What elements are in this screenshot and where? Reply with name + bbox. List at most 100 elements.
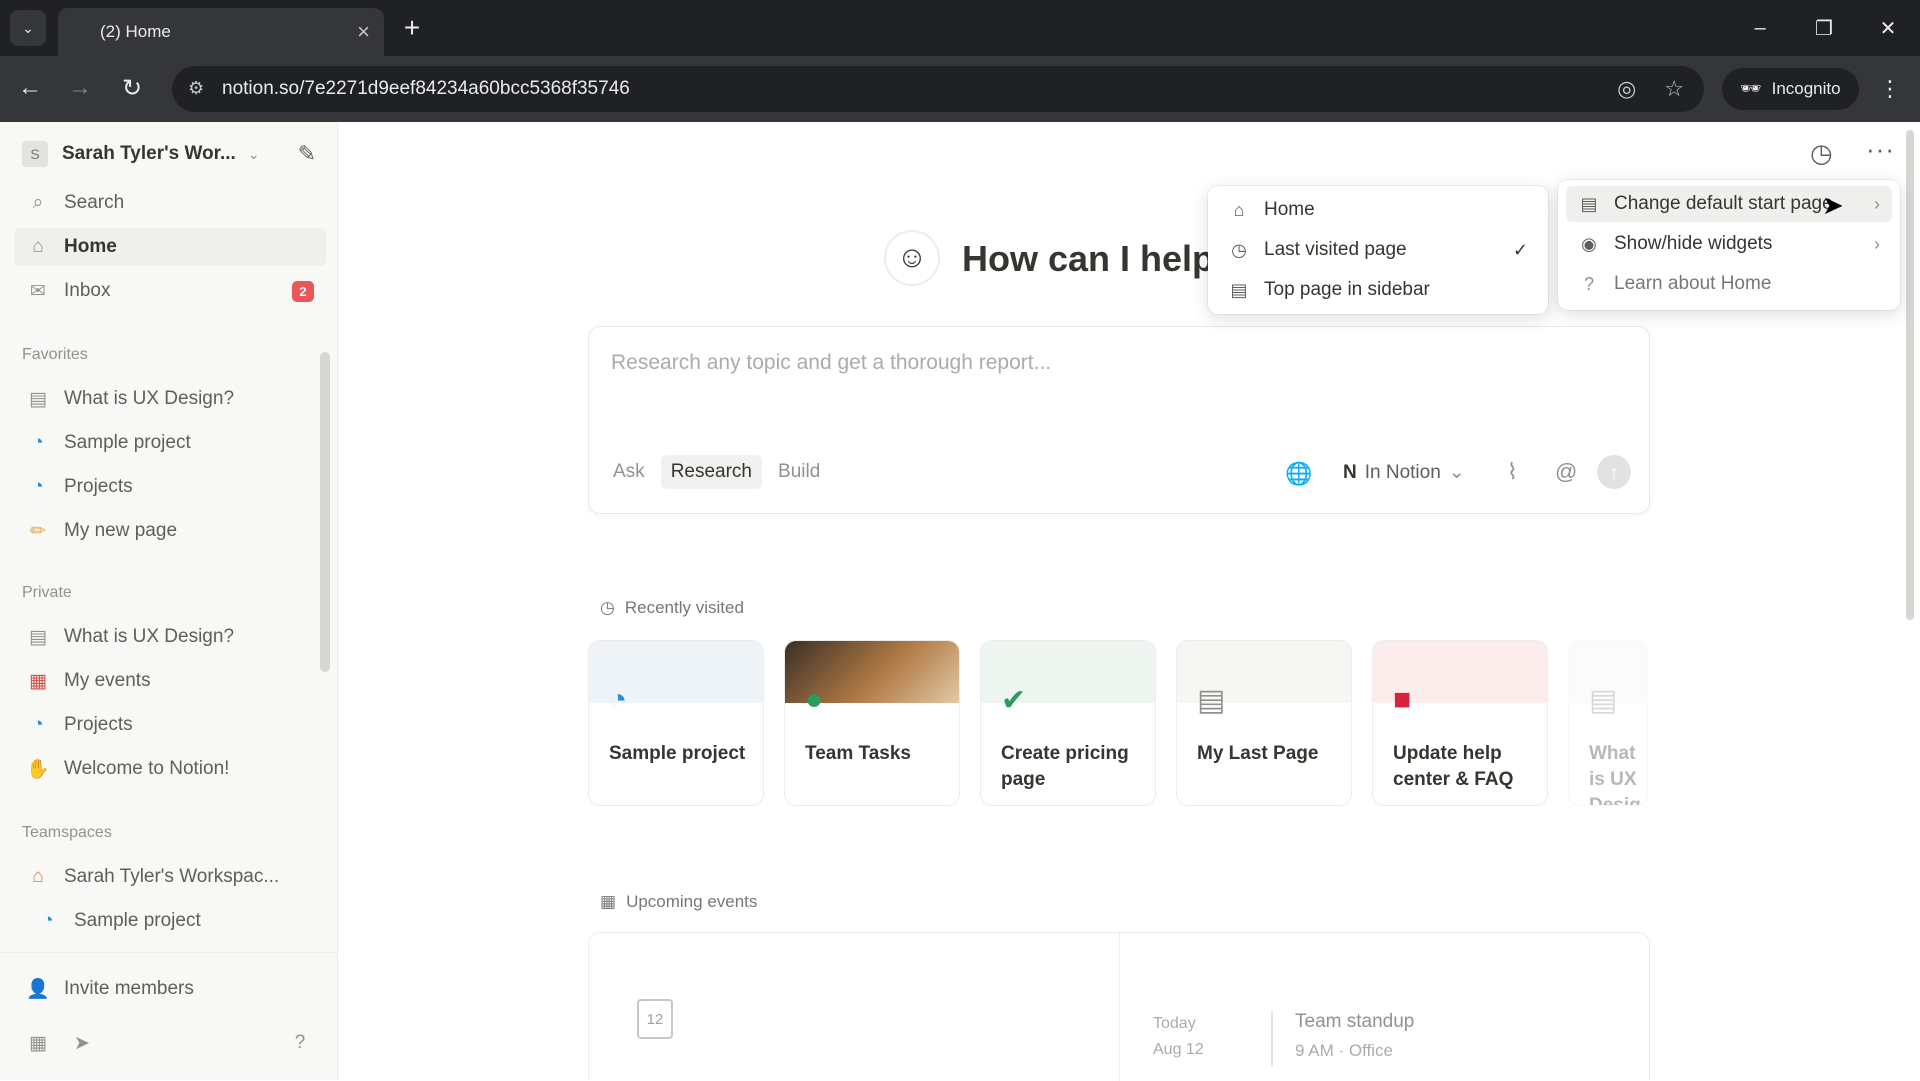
- incognito-badge[interactable]: 🕶 Incognito: [1722, 68, 1859, 110]
- attach-icon[interactable]: ⌇: [1507, 459, 1518, 485]
- menu-item-learn-home[interactable]: ? Learn about Home: [1566, 266, 1892, 302]
- sidebar-item-label: Welcome to Notion!: [64, 758, 230, 779]
- source-selector[interactable]: N In Notion ⌄: [1343, 461, 1465, 484]
- address-bar[interactable]: ⚙ notion.so/7e2271d9eef84234a60bcc5368f3…: [172, 66, 1704, 112]
- star-icon[interactable]: ☆: [1664, 76, 1684, 102]
- check-circle-icon: ✔: [1001, 684, 1027, 717]
- sidebar-item-fav-ux[interactable]: ▤ What is UX Design?: [14, 380, 326, 418]
- menu-item-label: Show/hide widgets: [1614, 233, 1773, 254]
- sidebar-item-private-welcome[interactable]: ✋ Welcome to Notion!: [14, 750, 326, 788]
- clock-icon: ◷: [600, 598, 615, 617]
- forward-icon[interactable]: →: [60, 68, 100, 108]
- sidebar-item-team-sample[interactable]: ◔ Sample project: [24, 902, 336, 940]
- recent-card[interactable]: ✔ Create pricing page: [980, 640, 1156, 806]
- main-scrollbar[interactable]: [1906, 130, 1914, 620]
- new-page-icon[interactable]: ✎: [298, 141, 316, 167]
- site-info-icon[interactable]: ⚙: [188, 78, 204, 99]
- globe-icon[interactable]: 🌐: [1285, 461, 1312, 487]
- project-icon: ◔: [42, 910, 54, 931]
- event-title[interactable]: Team standup: [1295, 1011, 1414, 1033]
- sidebar-item-private-ux[interactable]: ▤ What is UX Design?: [14, 618, 326, 656]
- sidebar-item-label: My events: [64, 670, 151, 691]
- project-icon: ◔: [609, 683, 628, 716]
- chevron-right-icon: ›: [1874, 193, 1880, 214]
- calendar-day: 12: [646, 1010, 664, 1028]
- event-meta: 9 AM · Office: [1295, 1041, 1393, 1060]
- start-page-submenu: ⌂ Home ◷ Last visited page ✓ ▤ Top page …: [1208, 186, 1548, 314]
- invite-members-button[interactable]: 👤 Invite members: [14, 970, 326, 1008]
- mention-icon[interactable]: @: [1555, 459, 1577, 485]
- sidebar-item-fav-newpage[interactable]: ✏ My new page: [14, 512, 326, 550]
- private-heading[interactable]: Private: [22, 584, 72, 602]
- sidebar-item-teamspace[interactable]: ⌂ Sarah Tyler's Workspac...: [14, 858, 326, 896]
- sidebar-item-fav-sample[interactable]: ◔ Sample project: [14, 424, 326, 462]
- favorites-heading[interactable]: Favorites: [22, 346, 88, 364]
- menu-item-label: Home: [1264, 199, 1315, 220]
- browser-menu-icon[interactable]: ⋮: [1870, 68, 1910, 110]
- tab-search-button[interactable]: ⌄: [10, 10, 46, 46]
- chevron-down-icon: ⌄: [247, 145, 260, 162]
- new-tab-button[interactable]: +: [396, 12, 428, 44]
- check-icon: ✓: [1512, 239, 1528, 260]
- menu-item-label: Top page in sidebar: [1264, 279, 1430, 300]
- history-icon[interactable]: ◷: [1810, 138, 1833, 169]
- sidebar-item-inbox[interactable]: ✉ Inbox 2: [14, 272, 326, 310]
- incognito-label: Incognito: [1771, 79, 1841, 98]
- book-icon: ■: [1393, 683, 1412, 716]
- mode-research[interactable]: Research: [660, 455, 763, 489]
- browser-toolbar: ← → ↻ ⚙ notion.so/7e2271d9eef84234a60bcc…: [0, 56, 1920, 122]
- ai-prompt-input[interactable]: Research any topic and get a thorough re…: [611, 351, 1051, 375]
- recent-card[interactable]: ▤ My Last Page: [1176, 640, 1352, 806]
- workspace-avatar: S: [22, 141, 48, 167]
- help-icon[interactable]: ?: [286, 1032, 314, 1054]
- minimize-icon[interactable]: –: [1740, 10, 1780, 46]
- sidebar-item-search[interactable]: ⌕ Search: [14, 184, 326, 222]
- recent-card[interactable]: ● Team Tasks: [784, 640, 960, 806]
- close-tab-icon[interactable]: ×: [357, 19, 370, 45]
- menu-item-home[interactable]: ⌂ Home: [1216, 192, 1540, 228]
- reload-icon[interactable]: ↻: [112, 68, 152, 108]
- event-date: Today Aug 12: [1153, 1011, 1204, 1063]
- sidebar-scrollbar[interactable]: [320, 352, 330, 672]
- sidebar-item-private-events[interactable]: ▦ My events: [14, 662, 326, 700]
- send-icon[interactable]: ➤: [68, 1032, 96, 1055]
- send-button[interactable]: ↑: [1597, 455, 1631, 489]
- invite-members-label: Invite members: [64, 978, 194, 999]
- chevron-right-icon: ›: [1874, 233, 1880, 254]
- sidebar-item-label: Search: [64, 192, 125, 213]
- sidebar-item-label: Sample project: [64, 432, 191, 453]
- eye-off-icon[interactable]: ◎: [1617, 76, 1636, 102]
- menu-item-label: Last visited page: [1264, 239, 1407, 260]
- recent-card[interactable]: ◔ Sample project: [588, 640, 764, 806]
- help-icon: ?: [1583, 273, 1594, 294]
- eye-icon: ◉: [1581, 233, 1597, 254]
- back-icon[interactable]: ←: [10, 68, 50, 108]
- mode-build[interactable]: Build: [768, 455, 830, 489]
- restore-icon[interactable]: ❐: [1804, 10, 1844, 46]
- browser-tab[interactable]: (2) Home ×: [58, 8, 384, 56]
- sidebar-item-private-projects[interactable]: ◔ Projects: [14, 706, 326, 744]
- menu-item-last-visited[interactable]: ◷ Last visited page ✓: [1216, 232, 1540, 268]
- ai-prompt-box[interactable]: Research any topic and get a thorough re…: [588, 326, 1650, 514]
- sidebar: S Sarah Tyler's Wor... ⌄ ✎ ⌕ Search ⌂ Ho…: [0, 122, 338, 1080]
- recently-visited-label: Recently visited: [624, 598, 744, 617]
- url-text[interactable]: notion.so/7e2271d9eef84234a60bcc5368f357…: [222, 78, 1589, 100]
- templates-icon[interactable]: ▦: [24, 1032, 52, 1055]
- close-window-icon[interactable]: ✕: [1868, 10, 1908, 46]
- more-options-icon[interactable]: ···: [1866, 134, 1895, 165]
- mouse-cursor-icon: ➤: [1822, 190, 1844, 220]
- mode-ask[interactable]: Ask: [603, 455, 655, 489]
- menu-item-show-hide-widgets[interactable]: ◉ Show/hide widgets ›: [1566, 226, 1892, 262]
- recent-card[interactable]: ■ Update help center & FAQ: [1372, 640, 1548, 806]
- recently-visited-heading: ◷ Recently visited: [600, 598, 744, 618]
- teamspaces-heading[interactable]: Teamspaces: [22, 824, 112, 842]
- sidebar-item-home[interactable]: ⌂ Home: [14, 228, 326, 266]
- event-bar: [1271, 1011, 1273, 1067]
- sidebar-item-fav-projects[interactable]: ◔ Projects: [14, 468, 326, 506]
- menu-item-top-page[interactable]: ▤ Top page in sidebar: [1216, 272, 1540, 308]
- recent-card[interactable]: ▤ What is UX Desig: [1568, 640, 1648, 806]
- project-icon: ◔: [32, 476, 44, 497]
- workspace-switcher[interactable]: S Sarah Tyler's Wor... ⌄ ✎: [22, 136, 322, 172]
- sidebar-item-label: Sarah Tyler's Workspac...: [64, 866, 280, 887]
- upcoming-events-heading: ▦ Upcoming events: [600, 892, 757, 912]
